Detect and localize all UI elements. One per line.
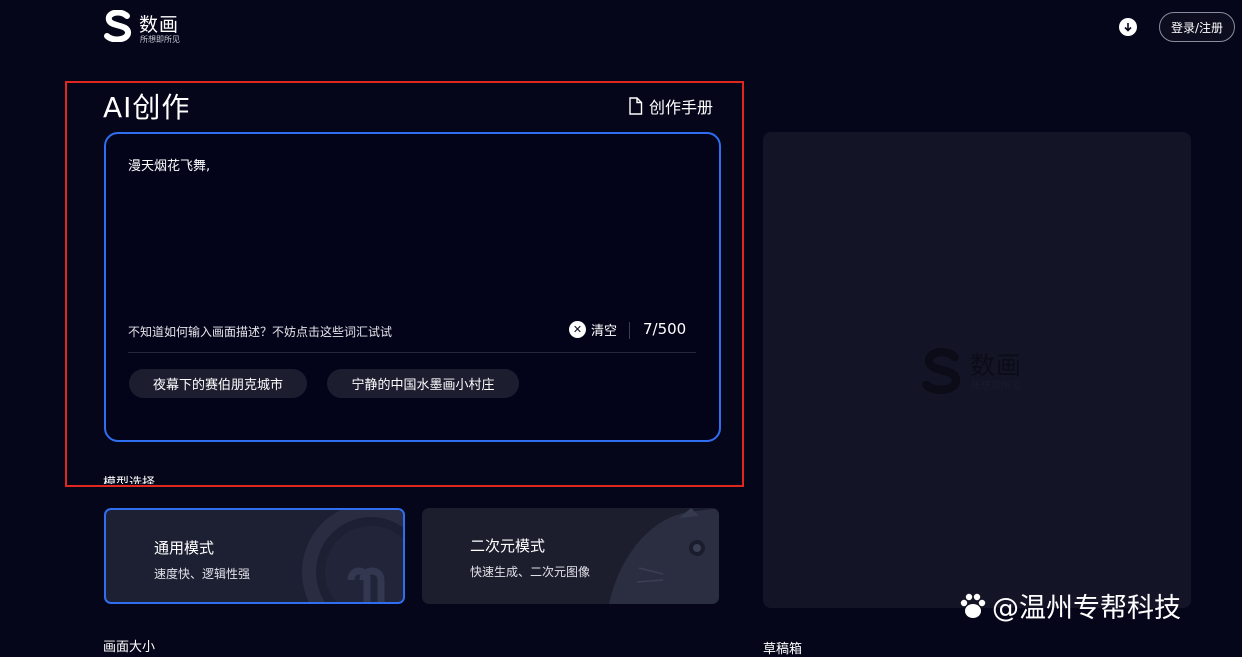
model-card-anime[interactable]: 二次元模式 快速生成、二次元图像: [422, 508, 719, 604]
size-section-label: 画面大小: [103, 640, 156, 655]
watermark-logo: 数画 所想即所见: [921, 348, 1041, 394]
brand-s-icon: [922, 348, 961, 394]
credit-text: @温州专帮科技: [992, 593, 1181, 624]
source-credit: @温州专帮科技: [958, 586, 1181, 625]
drafts-label[interactable]: 草稿箱: [763, 638, 802, 657]
model-card-title: 二次元模式: [470, 537, 546, 555]
image-preview-panel: 数画 所想即所见: [763, 132, 1191, 608]
brand-tagline: 所想即所见: [140, 35, 180, 44]
paw-icon: [960, 593, 986, 618]
watermark-tagline: 所想即所见: [971, 381, 1021, 392]
download-icon[interactable]: [1119, 18, 1137, 36]
anime-mascot-icon: [609, 508, 719, 604]
model-card-general[interactable]: 通用模式 速度快、逻辑性强: [104, 508, 405, 604]
brand-s-icon: [104, 10, 131, 42]
brand-name: 数画: [139, 14, 180, 36]
general-mode-icon: [302, 510, 403, 602]
model-card-desc: 速度快、逻辑性强: [154, 567, 251, 581]
arrow-down-icon: [1124, 23, 1132, 32]
model-card-title: 通用模式: [154, 539, 215, 557]
model-card-desc: 快速生成、二次元图像: [470, 565, 591, 579]
brand-logo[interactable]: 数画 所想即所见: [103, 10, 193, 46]
login-register-button[interactable]: 登录/注册: [1159, 12, 1235, 42]
annotation-highlight: [65, 81, 744, 487]
